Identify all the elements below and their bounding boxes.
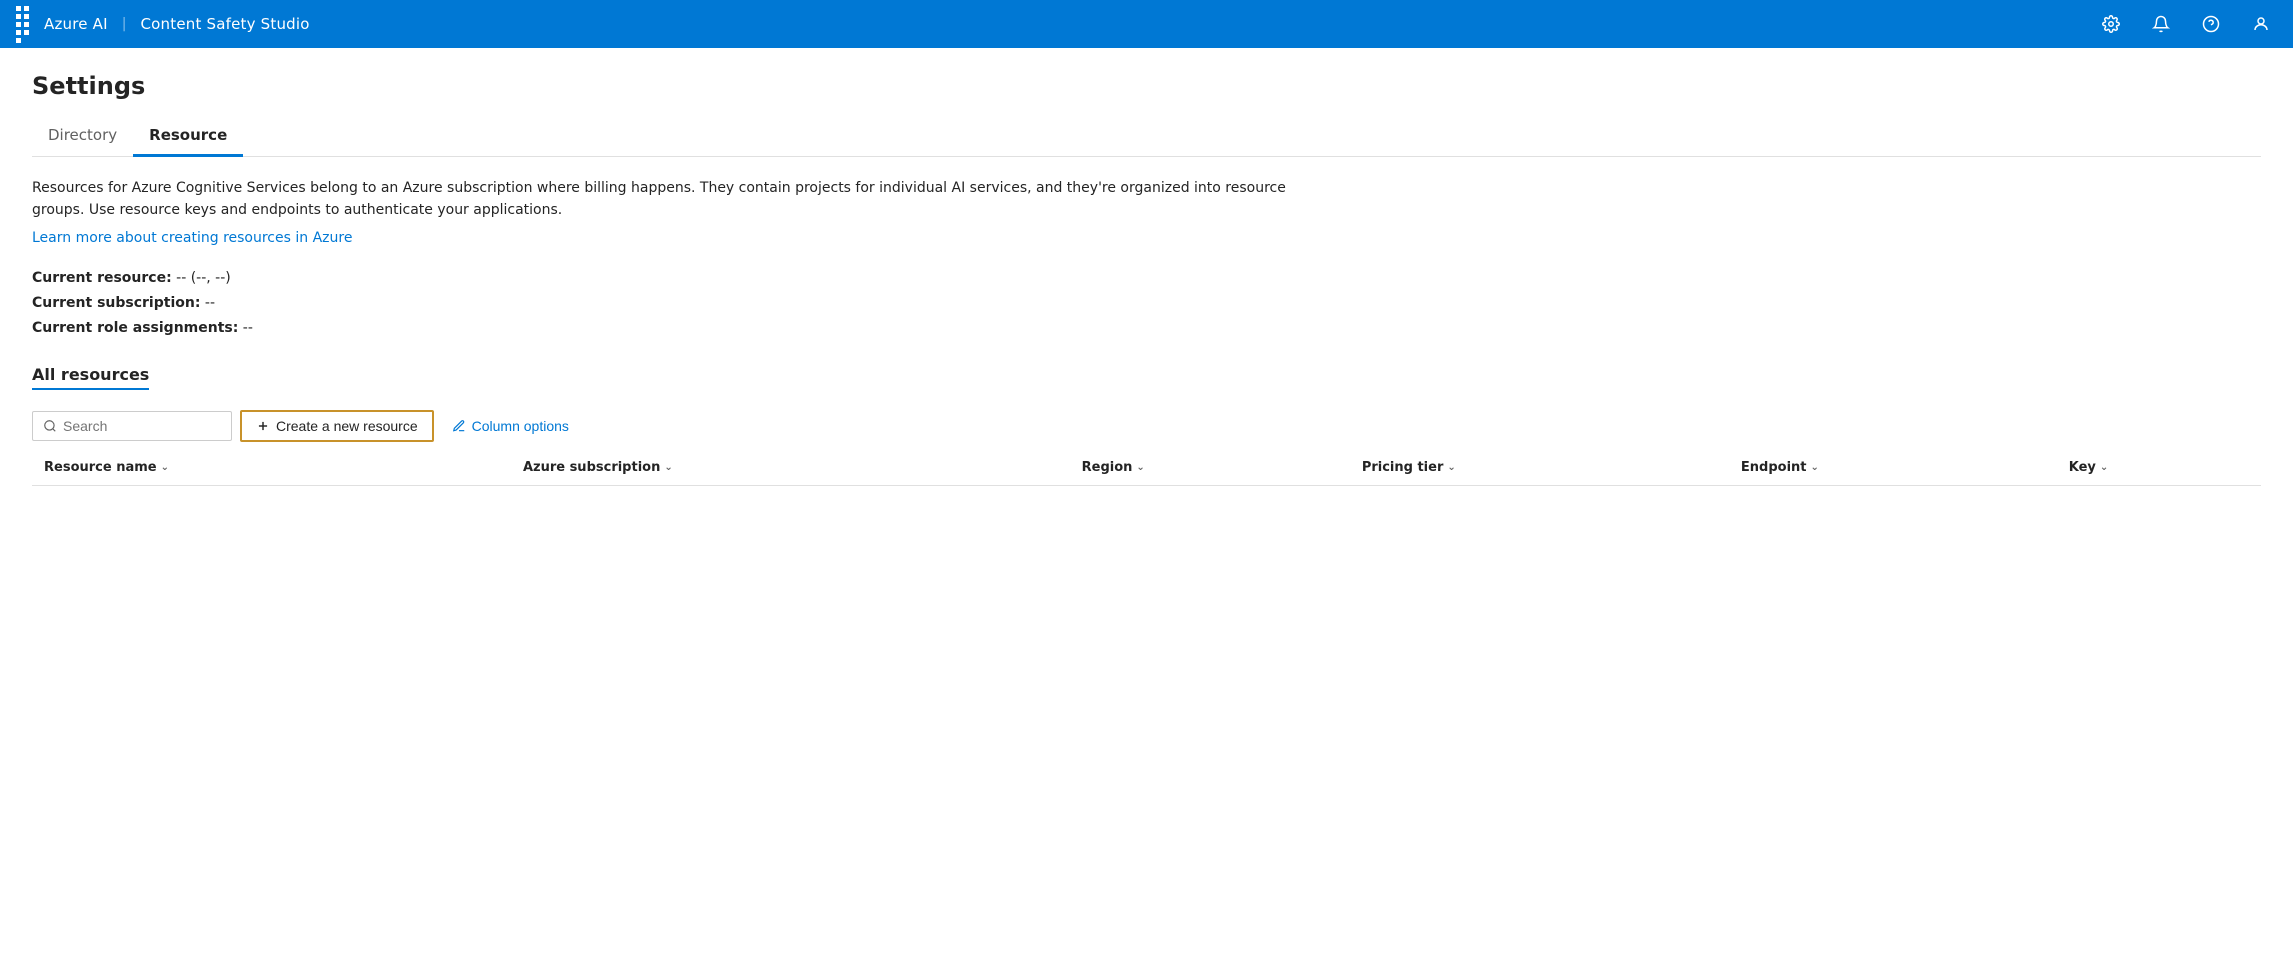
topbar-icons (2095, 8, 2277, 40)
toolbar: Create a new resource Column options (32, 410, 2261, 442)
sort-icon-pricing-tier: ⌄ (1447, 462, 1455, 473)
topbar-divider: | (122, 16, 127, 32)
plus-icon (256, 419, 270, 433)
col-key[interactable]: Key ⌄ (2057, 450, 2261, 486)
resource-info: Current resource: -- (--, --) Current su… (32, 266, 2261, 342)
create-button-label: Create a new resource (276, 418, 418, 434)
tab-directory[interactable]: Directory (32, 116, 133, 157)
col-region[interactable]: Region ⌄ (1070, 450, 1350, 486)
settings-icon[interactable] (2095, 8, 2127, 40)
topbar: Azure AI | Content Safety Studio (0, 0, 2293, 48)
learn-more-link[interactable]: Learn more about creating resources in A… (32, 230, 352, 246)
sort-icon-region: ⌄ (1136, 462, 1144, 473)
col-endpoint[interactable]: Endpoint ⌄ (1729, 450, 2057, 486)
search-icon (43, 419, 57, 433)
sort-icon-key: ⌄ (2100, 462, 2108, 473)
sort-icon-azure-subscription: ⌄ (664, 462, 672, 473)
current-subscription-label: Current subscription: (32, 295, 200, 311)
col-resource-name[interactable]: Resource name ⌄ (32, 450, 511, 486)
search-input[interactable] (63, 418, 221, 434)
current-resource-label: Current resource: (32, 270, 172, 286)
current-role-label: Current role assignments: (32, 320, 238, 336)
app-name: Azure AI (44, 15, 108, 33)
main-content: Settings Directory Resource Resources fo… (0, 48, 2293, 510)
description-text: Resources for Azure Cognitive Services b… (32, 177, 1332, 222)
current-resource-value: -- (--, --) (176, 270, 231, 286)
column-options-button[interactable]: Column options (442, 412, 579, 440)
help-icon[interactable] (2195, 8, 2227, 40)
create-new-resource-button[interactable]: Create a new resource (240, 410, 434, 442)
search-box (32, 411, 232, 441)
section-title: All resources (32, 365, 149, 390)
notifications-icon[interactable] (2145, 8, 2177, 40)
waffle-menu[interactable] (16, 6, 34, 43)
page-title: Settings (32, 72, 2261, 100)
current-role-value: -- (243, 320, 253, 336)
column-options-icon (452, 419, 466, 433)
col-azure-subscription[interactable]: Azure subscription ⌄ (511, 450, 1070, 486)
resource-table: Resource name ⌄ Azure subscription ⌄ Reg… (32, 450, 2261, 486)
table-header-row: Resource name ⌄ Azure subscription ⌄ Reg… (32, 450, 2261, 486)
account-icon[interactable] (2245, 8, 2277, 40)
column-options-label: Column options (472, 418, 569, 434)
sort-icon-endpoint: ⌄ (1811, 462, 1819, 473)
sort-icon-resource-name: ⌄ (161, 462, 169, 473)
current-subscription-value: -- (205, 295, 215, 311)
app-subtitle: Content Safety Studio (140, 15, 309, 33)
all-resources-section: All resources Create a new resource (32, 365, 2261, 486)
tab-resource[interactable]: Resource (133, 116, 243, 157)
col-pricing-tier[interactable]: Pricing tier ⌄ (1350, 450, 1729, 486)
tabs: Directory Resource (32, 116, 2261, 157)
